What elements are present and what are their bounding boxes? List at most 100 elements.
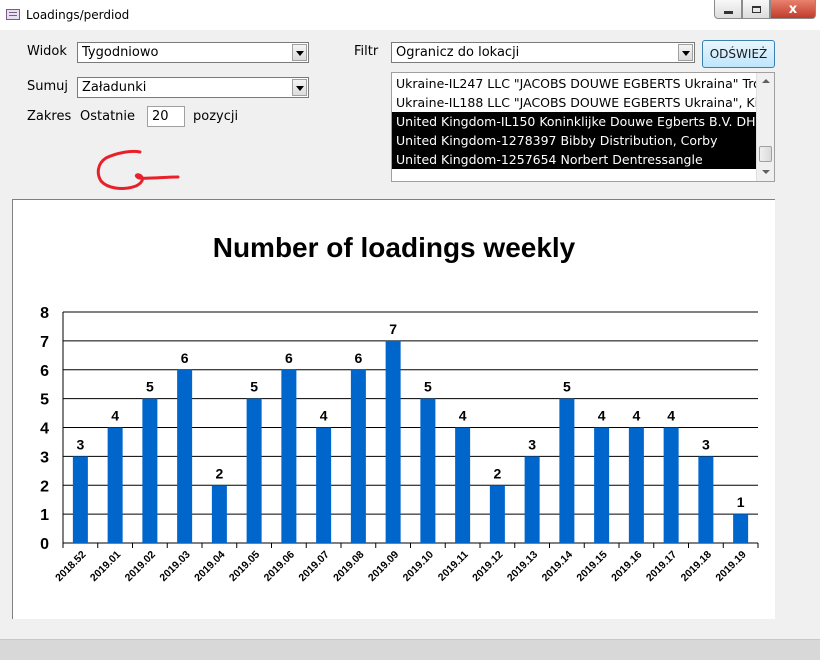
x-tick-label: 2019.07 xyxy=(296,549,331,584)
chart-title: Number of loadings weekly xyxy=(213,232,576,263)
bar xyxy=(663,427,679,543)
x-tick-label: 2019.06 xyxy=(262,549,297,584)
data-label: 6 xyxy=(285,350,293,366)
scroll-up-icon[interactable] xyxy=(758,74,773,90)
minimize-button[interactable] xyxy=(714,0,742,19)
y-tick-label: 5 xyxy=(40,392,49,409)
x-tick-label: 2019.08 xyxy=(331,549,366,584)
data-label: 4 xyxy=(598,408,606,424)
location-list-item[interactable]: United Kingdom-IL150 Koninklijke Douwe E… xyxy=(392,112,758,131)
form-icon xyxy=(6,9,20,20)
location-list-item[interactable]: United Kingdom-1278397 Bibby Distributio… xyxy=(392,131,758,150)
ostatnie-label: Ostatnie xyxy=(80,109,136,124)
x-tick-label: 2019.05 xyxy=(227,549,262,584)
sumuj-select[interactable]: Załadunki xyxy=(77,77,309,98)
window-title: Loadings/perdiod xyxy=(26,8,130,22)
bar-chart: Number of loadings weekly 0 1 2 3 4 5 6 7 8 3 2018… xyxy=(40,232,759,584)
data-label: 3 xyxy=(702,436,710,452)
x-tick-label: 2019.17 xyxy=(644,549,679,584)
x-tick-label: 2019.16 xyxy=(609,549,644,584)
x-tick-label: 2019.03 xyxy=(157,549,192,584)
sumuj-label: Sumuj xyxy=(27,79,69,94)
data-label: 4 xyxy=(111,408,119,424)
filtr-label: Filtr xyxy=(354,44,379,59)
x-tick-label: 2019.01 xyxy=(88,549,123,584)
sumuj-value: Załadunki xyxy=(82,80,147,95)
x-tick-label: 2019.14 xyxy=(540,549,575,584)
x-tick-label: 2019.12 xyxy=(470,549,505,584)
bar xyxy=(281,369,297,543)
widok-label: Widok xyxy=(27,44,67,59)
x-tick-label: 2019.19 xyxy=(713,549,748,584)
y-tick-label: 2 xyxy=(40,478,49,495)
x-tick-label: 2019.11 xyxy=(436,549,471,584)
chart-panel: Number of loadings weekly 0 1 2 3 4 5 6 7 8 3 2018… xyxy=(12,199,775,619)
count-input[interactable] xyxy=(147,106,185,127)
status-bar xyxy=(0,639,820,660)
close-button[interactable]: x xyxy=(770,0,816,19)
data-label: 4 xyxy=(459,408,467,424)
bar xyxy=(524,456,540,543)
chevron-down-icon[interactable] xyxy=(678,44,693,61)
data-label: 5 xyxy=(563,379,571,395)
bar xyxy=(385,340,401,543)
zakres-label: Zakres xyxy=(27,109,72,124)
data-label: 7 xyxy=(389,321,397,337)
y-tick-label: 1 xyxy=(40,507,49,524)
refresh-button[interactable]: ODŚWIEŻ xyxy=(702,40,775,68)
location-list-item[interactable]: Ukraine-IL188 LLC "JACOBS DOUWE EGBERTS … xyxy=(392,93,758,112)
widok-select[interactable]: Tygodniowo xyxy=(77,42,309,63)
chevron-down-icon[interactable] xyxy=(292,79,307,96)
y-tick-label: 0 xyxy=(40,536,49,553)
data-label: 1 xyxy=(737,494,745,510)
bar xyxy=(594,427,610,543)
minimize-icon xyxy=(723,11,733,14)
y-tick-label: 4 xyxy=(40,421,49,438)
bar xyxy=(559,398,575,543)
filtr-value: Ogranicz do lokacji xyxy=(396,45,520,60)
bar xyxy=(72,456,88,543)
data-label: 6 xyxy=(354,350,362,366)
maximize-icon xyxy=(751,5,761,13)
bar xyxy=(177,369,193,543)
location-list-item[interactable]: Ukraine-IL247 LLC "JACOBS DOUWE EGBERTS … xyxy=(392,74,758,93)
data-label: 4 xyxy=(320,408,328,424)
data-label: 4 xyxy=(632,408,640,424)
scroll-thumb[interactable] xyxy=(759,146,772,162)
data-label: 4 xyxy=(667,408,675,424)
y-tick-label: 3 xyxy=(40,449,49,466)
close-icon: x xyxy=(788,1,798,17)
title-bar: Loadings/perdiod x xyxy=(0,0,820,30)
location-list-item[interactable]: United Kingdom-1257654 Norbert Dentressa… xyxy=(392,150,758,169)
x-tick-label: 2019.13 xyxy=(505,549,540,584)
x-tick-label: 2019.04 xyxy=(192,549,227,584)
data-label: 5 xyxy=(424,379,432,395)
bar xyxy=(142,398,158,543)
maximize-button[interactable] xyxy=(742,0,770,19)
x-tick-label: 2019.18 xyxy=(679,549,714,584)
listbox-scrollbar[interactable] xyxy=(756,73,774,181)
bar xyxy=(316,427,332,543)
bar xyxy=(733,514,749,543)
x-tick-label: 2019.02 xyxy=(123,549,158,584)
y-tick-label: 8 xyxy=(40,305,49,322)
red-annotation-scribble xyxy=(96,149,180,190)
data-label: 2 xyxy=(493,465,501,481)
bar xyxy=(698,456,714,543)
data-label: 5 xyxy=(250,379,258,395)
bar xyxy=(107,427,123,543)
filtr-select[interactable]: Ogranicz do lokacji xyxy=(391,42,695,63)
chevron-down-icon[interactable] xyxy=(292,44,307,61)
data-label: 5 xyxy=(146,379,154,395)
y-tick-label: 6 xyxy=(40,363,49,380)
data-label: 3 xyxy=(528,436,536,452)
bar xyxy=(420,398,436,543)
x-tick-label: 2019.15 xyxy=(574,549,609,584)
x-tick-label: 2018.52 xyxy=(53,549,88,584)
data-label: 2 xyxy=(215,465,223,481)
scroll-down-icon[interactable] xyxy=(758,164,773,180)
bar xyxy=(455,427,471,543)
bar xyxy=(211,485,227,543)
location-listbox[interactable]: Ukraine-IL247 LLC "JACOBS DOUWE EGBERTS … xyxy=(391,72,775,182)
pozycji-label: pozycji xyxy=(193,109,239,124)
